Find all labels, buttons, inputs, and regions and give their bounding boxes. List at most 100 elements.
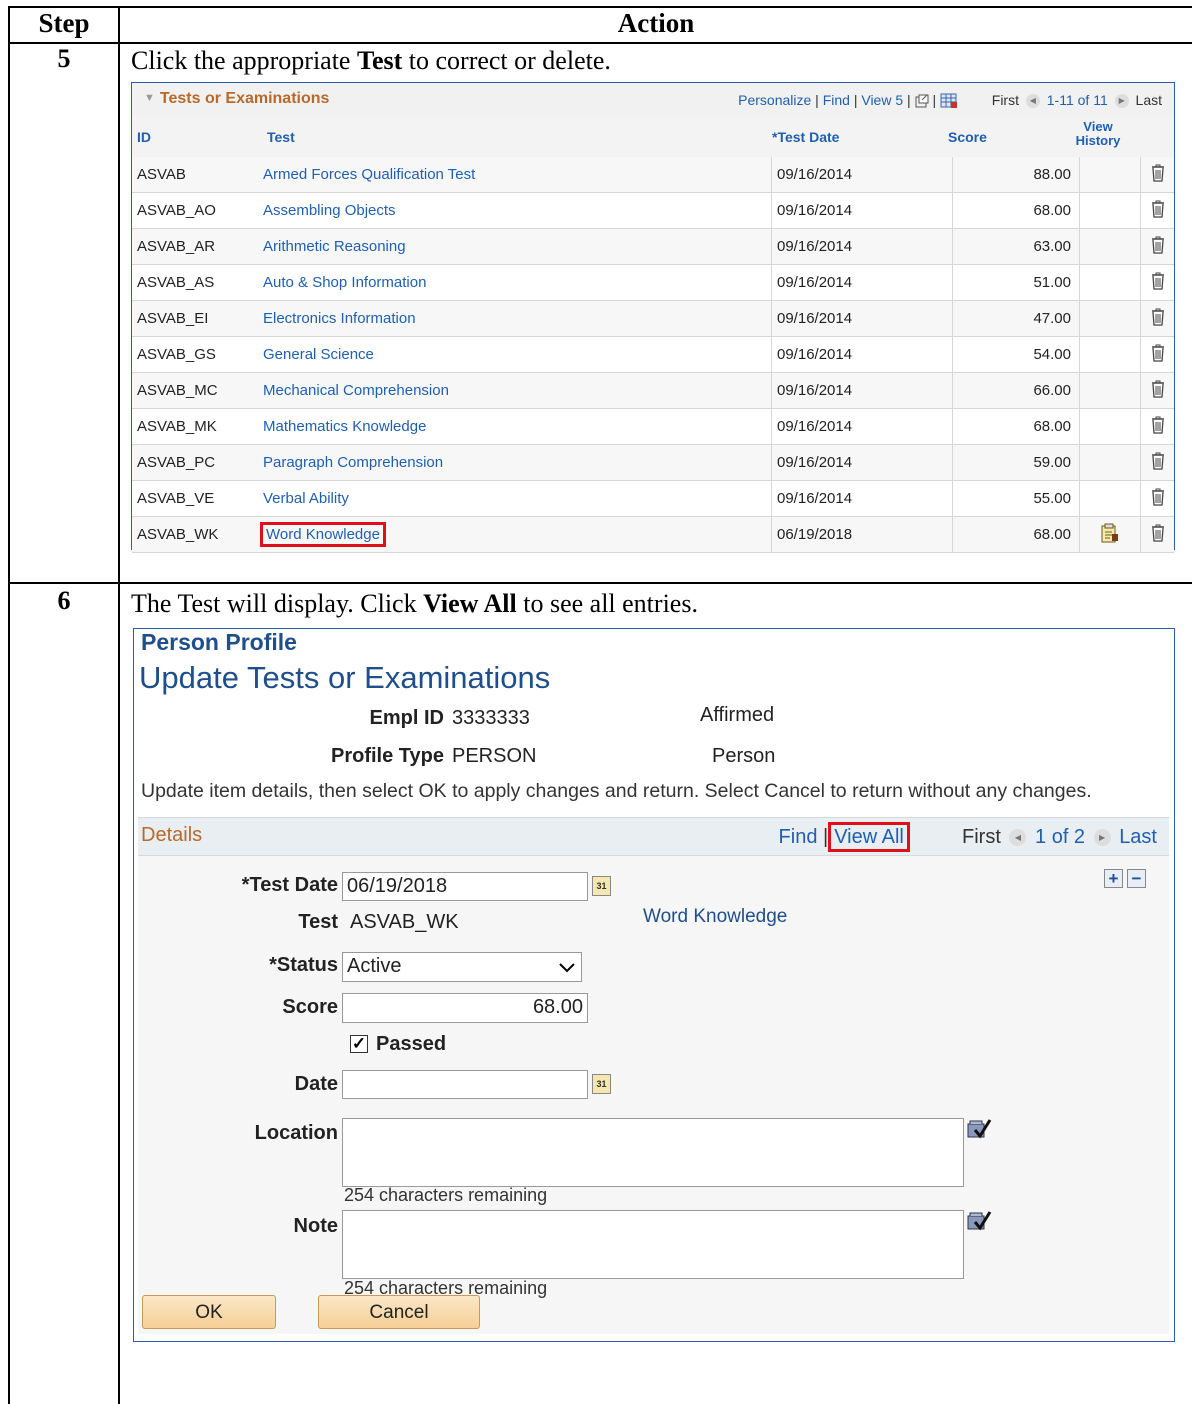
row-view-history [1079, 372, 1141, 409]
trash-icon[interactable] [1151, 416, 1165, 434]
profile-type-value: PERSON [452, 745, 537, 767]
details-prev-arrow-icon[interactable]: ◀ [1009, 829, 1027, 847]
trash-icon[interactable] [1151, 380, 1165, 398]
test-link[interactable]: Verbal Ability [263, 490, 349, 507]
row-delete[interactable] [1140, 192, 1174, 229]
cancel-button[interactable]: Cancel [318, 1295, 480, 1329]
trash-icon[interactable] [1151, 524, 1165, 542]
download-spreadsheet-icon[interactable] [940, 93, 958, 109]
row-delete[interactable] [1140, 408, 1174, 445]
view-5-link[interactable]: View 5 [861, 92, 903, 108]
header-action: Action [617, 8, 695, 38]
row-test-date: 06/19/2018 [771, 516, 953, 553]
row-test-cell: Word Knowledge [260, 516, 772, 553]
calendar-icon[interactable]: 31 [592, 876, 611, 896]
col-score[interactable]: Score [948, 129, 987, 145]
row-delete[interactable] [1140, 157, 1174, 193]
row-delete[interactable] [1140, 372, 1174, 409]
passed-label: Passed [376, 1033, 447, 1055]
trash-icon[interactable] [1151, 344, 1165, 362]
trash-icon[interactable] [1151, 308, 1165, 326]
test-link[interactable]: Assembling Objects [263, 202, 396, 219]
row-test-date: 09/16/2014 [771, 192, 953, 229]
row-delete[interactable] [1140, 264, 1174, 301]
test-date-input[interactable]: 06/19/2018 [342, 872, 588, 901]
row-test-date: 09/16/2014 [771, 444, 953, 481]
row-view-history [1079, 192, 1141, 229]
row-score: 63.00 [952, 228, 1080, 265]
details-next-arrow-icon[interactable]: ▶ [1093, 829, 1111, 847]
test-link[interactable]: Word Knowledge [260, 522, 386, 547]
test-link[interactable]: General Science [263, 346, 374, 363]
row-delete[interactable] [1140, 444, 1174, 481]
row-test-cell: Auto & Shop Information [263, 264, 772, 301]
trash-icon[interactable] [1151, 236, 1165, 254]
trash-icon[interactable] [1151, 488, 1165, 506]
row-delete[interactable] [1140, 516, 1174, 553]
details-title: Details [141, 824, 203, 846]
new-window-icon[interactable] [915, 94, 929, 108]
status-select[interactable]: Active [342, 952, 582, 982]
next-arrow-icon[interactable]: ▶ [1114, 94, 1129, 109]
collapse-triangle-icon[interactable]: ▼ [144, 92, 155, 104]
view-all-link[interactable]: View All [828, 822, 910, 852]
row-view-history [1079, 480, 1141, 517]
grid-title[interactable]: ▼ Tests or Examinations [144, 90, 329, 108]
test-link[interactable]: Auto & Shop Information [263, 274, 426, 291]
row-test-date: 09/16/2014 [771, 264, 953, 301]
row-test-date: 09/16/2014 [771, 300, 953, 337]
test-link[interactable]: Electronics Information [263, 310, 416, 327]
page-title: Update Tests or Examinations [139, 660, 551, 695]
details-panel: Details Find | View All First ◀ 1 of 2 ▶ … [138, 817, 1169, 1334]
add-row-button[interactable]: + [1104, 869, 1123, 888]
table-row: ASVAB_MK Mathematics Knowledge 09/16/2014 6… [132, 408, 1174, 445]
row-delete[interactable] [1140, 336, 1174, 373]
trash-icon[interactable] [1151, 200, 1165, 218]
row-view-history[interactable] [1079, 516, 1141, 553]
personalize-link[interactable]: Personalize [738, 92, 811, 108]
test-link[interactable]: Paragraph Comprehension [263, 454, 443, 471]
row-id: ASVAB_AO [132, 192, 263, 229]
row-test-cell: Electronics Information [263, 300, 772, 337]
row-delete[interactable] [1140, 228, 1174, 265]
details-find-link[interactable]: Find [779, 826, 818, 848]
test-link[interactable]: Armed Forces Qualification Test [263, 166, 475, 183]
status-select-value: Active [347, 955, 402, 977]
step-5-number: 5 [57, 44, 71, 73]
col-id[interactable]: ID [137, 129, 151, 145]
score-input[interactable]: 68.00 [342, 993, 588, 1023]
test-link[interactable]: Mechanical Comprehension [263, 382, 449, 399]
row-id: ASVAB_AS [132, 264, 263, 301]
row-delete[interactable] [1140, 480, 1174, 517]
test-link[interactable]: Mathematics Knowledge [263, 418, 426, 435]
note-spellcheck-icon[interactable] [966, 1210, 992, 1232]
last-label: Last [1135, 92, 1162, 108]
form-description: Update item details, then select OK to a… [141, 780, 1092, 802]
spellcheck-icon[interactable] [966, 1118, 992, 1140]
trash-icon[interactable] [1151, 164, 1165, 182]
status-label: *Status [269, 954, 338, 976]
prev-arrow-icon[interactable]: ◀ [1025, 94, 1040, 109]
note-textarea[interactable] [342, 1210, 964, 1279]
location-textarea[interactable] [342, 1118, 964, 1187]
col-test-date[interactable]: *Test Date [772, 129, 839, 145]
passed-checkbox[interactable]: ✓ [350, 1035, 368, 1053]
delete-row-button[interactable]: − [1127, 869, 1146, 888]
col-test[interactable]: Test [267, 129, 295, 145]
step-6-text-bold: View All [423, 589, 517, 618]
row-test-cell: Paragraph Comprehension [263, 444, 772, 481]
row-score: 88.00 [952, 157, 1080, 193]
row-id: ASVAB_VE [132, 480, 263, 517]
date-calendar-icon[interactable]: 31 [592, 1074, 611, 1094]
details-last-label[interactable]: Last [1119, 826, 1157, 848]
trash-icon[interactable] [1151, 452, 1165, 470]
chevron-down-icon[interactable] [559, 963, 575, 973]
find-link[interactable]: Find [823, 92, 850, 108]
row-score: 66.00 [952, 372, 1080, 409]
test-link[interactable]: Arithmetic Reasoning [263, 238, 406, 255]
date-input[interactable] [342, 1070, 588, 1099]
trash-icon[interactable] [1151, 272, 1165, 290]
ok-button[interactable]: OK [142, 1295, 276, 1329]
view-history-icon[interactable] [1101, 523, 1119, 543]
row-delete[interactable] [1140, 300, 1174, 337]
